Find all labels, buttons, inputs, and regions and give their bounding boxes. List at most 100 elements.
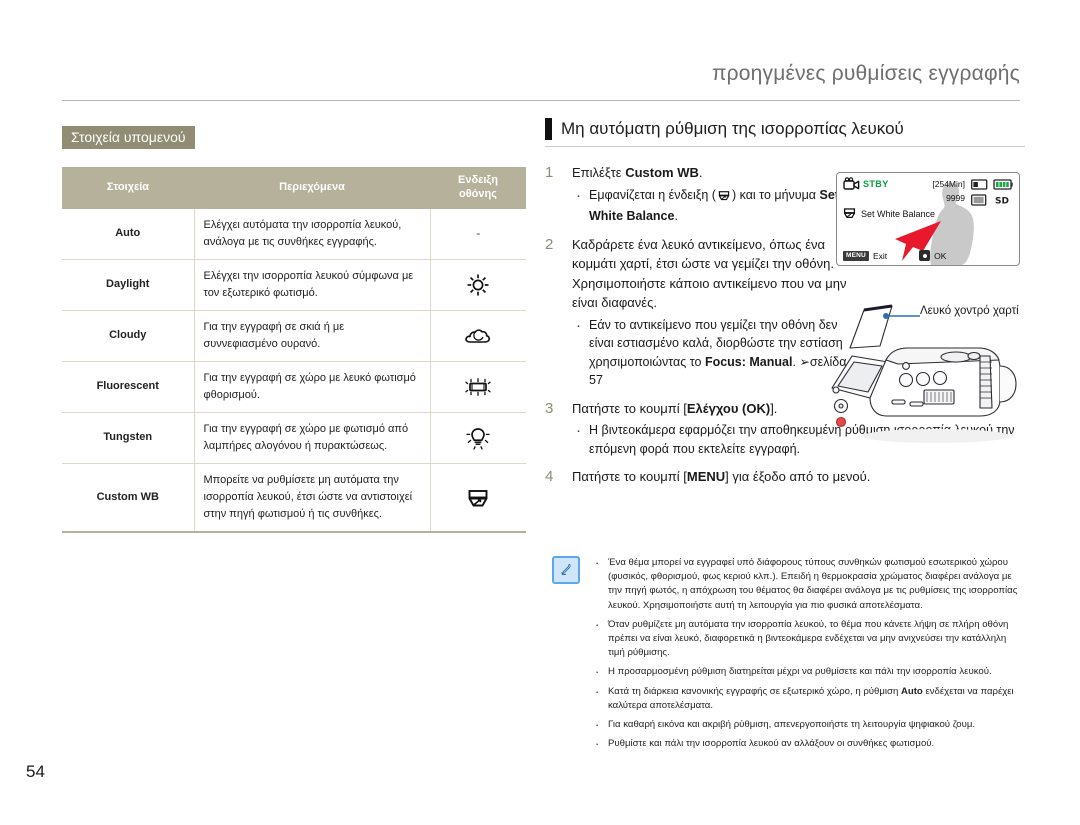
- step-1-bold: Custom WB: [625, 165, 699, 180]
- row-indicator-auto: -: [429, 208, 526, 260]
- dash-glyph: -: [476, 226, 481, 241]
- row-contents-fluorescent: Για την εγγραφή σε χώρο με λευκό φωτισμό…: [194, 361, 430, 413]
- section-heading: Μη αυτόματη ρύθμιση της ισορροπίας λευκο…: [545, 118, 1025, 146]
- col-header-indicator-line1: Ενδειξη: [457, 174, 499, 186]
- step-4-pre: Πατήστε το κουμπί [: [572, 469, 687, 484]
- col-header-contents: Περιεχόμενα: [194, 167, 430, 209]
- step-1-bullet-1: Εμφανίζεται η ένδειξη () και το μήνυμα S…: [572, 185, 850, 226]
- page-header: προηγμένες ρυθμίσεις εγγραφής: [62, 62, 1020, 94]
- row-indicator-custom-wb: [429, 463, 526, 534]
- lcd-remaining-minutes: [254Min]: [932, 179, 965, 189]
- table-row: Custom WB Μπορείτε να ρυθμίσετε μη αυτόμ…: [62, 463, 526, 534]
- note-item: Ένα θέμα μπορεί να εγγραφεί υπό διάφορου…: [590, 553, 1024, 613]
- note-pencil-icon: [552, 556, 580, 584]
- tungsten-icon: [464, 428, 492, 450]
- notes-block: Ένα θέμα μπορεί να εγγραφεί υπό διάφορου…: [552, 553, 1024, 756]
- lcd-bottom-bar: MENU Exit OK: [837, 250, 1019, 261]
- step-1-body: Επιλέξτε Custom WB. Εμφανίζεται η ένδειξ…: [572, 163, 850, 226]
- note-item: Η προσαρμοσμένη ρύθμιση διατηρείται μέχρ…: [590, 662, 1024, 681]
- menu-button-chip: MENU: [843, 250, 869, 261]
- note-item: Κατά τη διάρκεια κανονικής εγγραφής σε ε…: [590, 681, 1024, 713]
- table-row: Fluorescent Για την εγγραφή σε χώρο με λ…: [62, 361, 526, 413]
- cloud-icon: [464, 329, 492, 343]
- step-3-bold: Ελέγχου (OK): [686, 400, 771, 416]
- note-item: Όταν ρυθμίζετε μη αυτόματα την ισορροπία…: [590, 615, 1024, 661]
- row-item-custom-wb: Custom WB: [62, 463, 195, 534]
- row-contents-cloudy: Για την εγγραφή σε σκιά ή με συννεφιασμέ…: [194, 310, 430, 362]
- table-header-row: Στοιχεία Περιεχόμενα Ενδειξη οθόνης: [62, 167, 526, 209]
- table-row: Tungsten Για την εγγραφή σε χώρο με φωτι…: [62, 412, 526, 464]
- row-item-cloudy: Cloudy: [62, 310, 195, 362]
- bullet-1-pre: Εμφανίζεται η ένδειξη (: [589, 187, 716, 202]
- table-row: Cloudy Για την εγγραφή σε σκιά ή με συνν…: [62, 310, 526, 362]
- step-1-prefix: Επιλέξτε: [572, 165, 626, 180]
- svg-text:SD: SD: [995, 197, 1009, 206]
- row-item-auto: Auto: [62, 208, 195, 260]
- row-indicator-tungsten: [429, 412, 526, 464]
- step-2-bullet-1: Εάν το αντικείμενο που γεμίζει την οθόνη…: [572, 315, 850, 390]
- page-folio: 54: [26, 762, 96, 786]
- row-contents-custom-wb: Μπορείτε να ρυθμίσετε μη αυτόματα την ισ…: [194, 463, 430, 534]
- row-item-fluorescent: Fluorescent: [62, 361, 195, 413]
- row-contents-auto: Ελέγχει αυτόματα την ισορροπία λευκού, α…: [194, 208, 430, 260]
- section-title: Μη αυτόματη ρύθμιση της ισορροπίας λευκο…: [561, 119, 904, 138]
- step-4-post: ] για έξοδο από το μενού.: [725, 469, 871, 484]
- white-balance-table: Στοιχεία Περιεχόμενα Ενδειξη οθόνης Auto…: [62, 167, 526, 534]
- custom-wb-icon: [465, 489, 491, 506]
- step-1-bullets: Εμφανίζεται η ένδειξη () και το μήνυμα S…: [572, 185, 850, 226]
- bullet-1-mid: ) και το μήνυμα: [731, 187, 820, 202]
- step-2-number: 2: [545, 235, 554, 253]
- fluorescent-icon: [463, 377, 493, 396]
- step-2-bullets: Εάν το αντικείμενο που γεμίζει την οθόνη…: [572, 315, 850, 390]
- col-header-indicator-line2: οθόνης: [459, 187, 497, 200]
- step-4-body: Πατήστε το κουμπί [MENU] για έξοδο από τ…: [572, 467, 1025, 487]
- table-row: Daylight Ελέγχει την ισορροπία λευκού σύ…: [62, 259, 526, 311]
- heading-accent-bar: [545, 118, 552, 140]
- row-item-daylight: Daylight: [62, 259, 195, 311]
- note-item: Για καθαρή εικόνα και ακριβή ρύθμιση, απ…: [590, 715, 1024, 734]
- step-3-post: ].: [770, 400, 778, 416]
- col-header-item: Στοιχεία: [62, 167, 194, 209]
- lcd-screen-mock: STBY [254Min] 9999 Set White Balance SD …: [836, 172, 1020, 266]
- row-item-tungsten: Tungsten: [62, 412, 195, 464]
- lcd-photo-counter: 9999: [946, 193, 965, 203]
- row-indicator-daylight: [429, 259, 526, 311]
- bullet-2-bold: Focus: Manual: [704, 354, 793, 369]
- step-4-number: 4: [545, 468, 554, 485]
- bullet-1-post: .: [674, 209, 678, 223]
- col-header-indicator: Ενδειξη οθόνης: [430, 167, 526, 209]
- header-divider: [62, 100, 1020, 101]
- ok-button-icon: [919, 250, 931, 261]
- page-ref-arrow-icon: ➢: [799, 354, 810, 369]
- camcorder-mode-icon: [843, 177, 860, 196]
- step-1-suffix: .: [698, 165, 703, 180]
- left-column: Στοιχεία υπομενού Στοιχεία Περιεχόμενα Ε…: [62, 126, 526, 534]
- custom-wb-icon: [717, 189, 731, 208]
- note-item: Ρυθμίστε και πάλι την ισορροπία λευκού α…: [590, 734, 1024, 753]
- table-head: Στοιχεία Περιεχόμενα Ενδειξη οθόνης: [62, 167, 526, 209]
- step-4: 4 Πατήστε το κουμπί [MENU] για έξοδο από…: [545, 467, 1025, 487]
- storage-card-icon: SD: [971, 193, 1013, 211]
- bullet-2-post: .: [792, 354, 796, 369]
- step-3-pre: Πατήστε το κουμπί [: [572, 400, 687, 416]
- row-contents-tungsten: Για την εγγραφή σε χώρο με φωτισμό από λ…: [194, 412, 430, 464]
- camcorder-illustration: [831, 304, 1017, 443]
- row-indicator-fluorescent: [429, 361, 526, 413]
- step-1-text: Επιλέξτε Custom WB.: [572, 163, 850, 183]
- step-4-bold: MENU: [686, 469, 726, 484]
- custom-wb-icon: [842, 206, 857, 225]
- step-3-number: 3: [545, 399, 554, 417]
- notes-list: Ένα θέμα μπορεί να εγγραφεί υπό διάφορου…: [590, 553, 1024, 756]
- row-contents-daylight: Ελέγχει την ισορροπία λευκού σύμφωνα με …: [194, 259, 430, 311]
- white-paper-label: Λευκό χοντρό χαρτί: [920, 305, 1019, 317]
- lcd-exit-label: Exit: [872, 250, 888, 261]
- row-indicator-cloudy: [429, 310, 526, 362]
- step-2-body: Καδράρετε ένα λευκό αντικείμενο, όπως έν…: [572, 235, 850, 390]
- step-2-text: Καδράρετε ένα λευκό αντικείμενο, όπως έν…: [572, 236, 847, 311]
- table-row: Auto Ελέγχει αυτόματα την ισορροπία λευκ…: [62, 208, 526, 260]
- section-divider: [545, 146, 1025, 147]
- page-number: 54: [26, 762, 45, 781]
- step-4-text: Πατήστε το κουμπί [MENU] για έξοδο από τ…: [572, 467, 1025, 487]
- step-1-number: 1: [545, 164, 554, 181]
- sun-icon: [465, 274, 491, 296]
